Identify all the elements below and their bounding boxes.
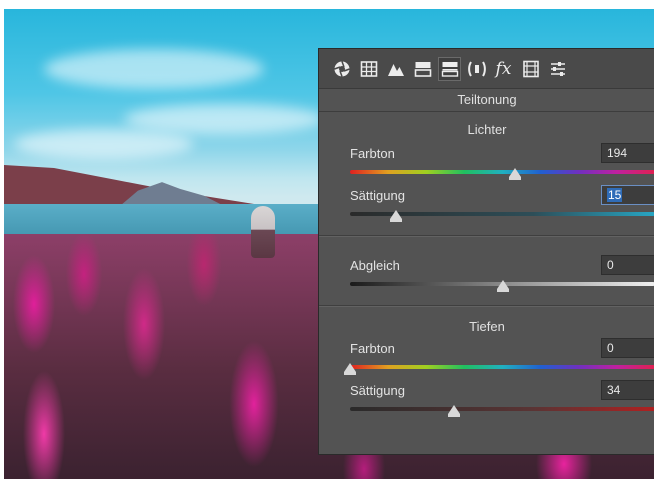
split-toning-panel: fx Teiltonung Lichter Farbton 194 Sättig… xyxy=(318,48,654,455)
divider xyxy=(319,235,654,236)
person-figure xyxy=(251,206,275,258)
cloud xyxy=(44,49,264,89)
highlights-saturation-value: 15 xyxy=(607,188,623,202)
shadows-saturation-value: 34 xyxy=(607,383,621,397)
shadows-saturation-slider[interactable] xyxy=(350,407,654,411)
aperture-icon[interactable] xyxy=(331,58,352,80)
fx-icon[interactable]: fx xyxy=(493,58,514,80)
highlights-saturation-field[interactable]: 15 xyxy=(601,185,654,205)
highlights-saturation-label: Sättigung xyxy=(350,188,405,203)
panel-title: Teiltonung xyxy=(319,89,654,112)
shadows-hue-value: 0 xyxy=(607,341,614,355)
shadows-hue-slider[interactable] xyxy=(350,365,654,369)
split-toning-icon[interactable] xyxy=(438,56,461,81)
highlights-hue-slider-thumb[interactable] xyxy=(508,168,521,180)
balance-slider-thumb[interactable] xyxy=(496,280,509,292)
highlights-heading: Lichter xyxy=(467,122,507,137)
shadows-hue-field[interactable]: 0 xyxy=(601,338,654,358)
shadows-saturation-label: Sättigung xyxy=(350,383,405,398)
balance-label: Abgleich xyxy=(350,258,400,273)
highlights-hue-slider[interactable] xyxy=(350,170,654,174)
camera-calibration-icon[interactable] xyxy=(520,58,541,80)
levels-icon[interactable] xyxy=(412,58,433,80)
grid-icon[interactable] xyxy=(358,58,379,80)
shadows-heading: Tiefen xyxy=(469,319,505,334)
highlights-hue-field[interactable]: 194 xyxy=(601,143,654,163)
divider xyxy=(319,305,654,306)
mountain-icon[interactable] xyxy=(385,58,406,80)
highlights-hue-label: Farbton xyxy=(350,146,395,161)
fx-glyph: fx xyxy=(495,58,512,79)
cloud xyxy=(14,129,194,159)
panel-toolbar: fx xyxy=(319,49,654,89)
shadows-hue-label: Farbton xyxy=(350,341,395,356)
lens-icon[interactable] xyxy=(466,58,487,80)
cloud xyxy=(124,104,324,134)
highlights-hue-value: 194 xyxy=(607,146,628,160)
balance-value: 0 xyxy=(607,258,614,272)
shadows-saturation-slider-thumb[interactable] xyxy=(447,405,460,417)
presets-icon[interactable] xyxy=(547,58,568,80)
shadows-hue-slider-thumb[interactable] xyxy=(344,363,356,375)
balance-field[interactable]: 0 xyxy=(601,255,654,275)
shadows-saturation-field[interactable]: 34 xyxy=(601,380,654,400)
highlights-saturation-slider-thumb[interactable] xyxy=(389,210,402,222)
